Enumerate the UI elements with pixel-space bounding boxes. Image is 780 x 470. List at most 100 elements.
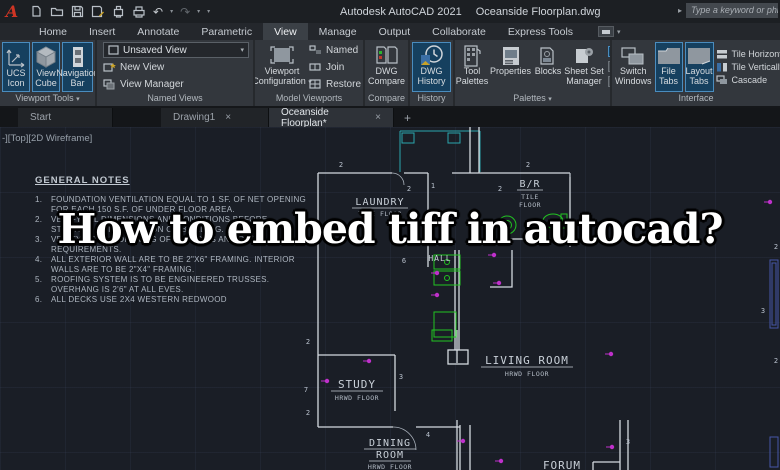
- svg-text:7: 7: [304, 386, 308, 394]
- file-tab-oceanside-floorplan[interactable]: Oceanside Floorplan* ×: [269, 107, 394, 129]
- svg-text:2: 2: [306, 409, 310, 417]
- panel-expand-icon: ▾: [76, 96, 80, 103]
- new-file-icon[interactable]: [30, 5, 43, 18]
- open-folder-icon[interactable]: [50, 5, 64, 18]
- sheet-set-manager-icon: [576, 48, 594, 63]
- quick-access-toolbar: ↶ ▾ ↷ ▾ ▾: [30, 5, 210, 18]
- autocad-logo-icon[interactable]: A: [0, 0, 24, 23]
- file-tabs-icon: [657, 47, 680, 64]
- tab-annotate[interactable]: Annotate: [126, 23, 190, 40]
- panel-history: DWG History History: [410, 40, 455, 106]
- note-item: 6. ALL DECKS USE 2X4 WESTERN REDWOOD: [35, 295, 227, 304]
- close-icon[interactable]: ×: [375, 112, 381, 123]
- undo-dropdown-icon[interactable]: ▾: [170, 8, 173, 15]
- ucs-icon-button[interactable]: UCS Icon: [2, 42, 30, 92]
- drawing-canvas[interactable]: LAUNDRY TILE FLOOR B/R TILE FLOOR HALL S…: [0, 127, 780, 470]
- svg-text:2: 2: [306, 338, 310, 346]
- save-as-icon[interactable]: [91, 5, 105, 18]
- new-view-button[interactable]: New View: [103, 59, 251, 75]
- tile-vertically-button[interactable]: Tile Vertically: [716, 62, 780, 72]
- tab-home[interactable]: Home: [28, 23, 78, 40]
- sheet-set-manager-button[interactable]: Sheet Set Manager: [564, 42, 604, 92]
- app-title: Autodesk AutoCAD 2021: [340, 5, 462, 18]
- tool-palettes-button[interactable]: Tool Palettes: [456, 42, 488, 92]
- navigation-bar-button[interactable]: Navigation Bar: [56, 42, 95, 92]
- restore-viewports-button[interactable]: Restore: [309, 76, 361, 92]
- room-sublabel-dining: HRWD FLOOR: [368, 463, 412, 470]
- tool-palettes-icon: [464, 45, 481, 67]
- layout-tabs-button[interactable]: Layout Tabs: [684, 42, 714, 92]
- room-sublabel-br-tile: TILE: [521, 193, 539, 201]
- tile-vertical-icon: [716, 63, 727, 72]
- join-viewports-icon: [309, 63, 321, 71]
- tile-horizontally-button[interactable]: Tile Horizontally: [716, 49, 780, 59]
- dwg-history-button[interactable]: DWG History: [412, 42, 451, 92]
- panel-footer-named-views: Named Views: [147, 93, 203, 103]
- panel-interface: Switch Windows File Tabs Layout Tabs Til…: [612, 40, 780, 106]
- blocks-button[interactable]: Blocks: [534, 42, 562, 92]
- tab-insert[interactable]: Insert: [78, 23, 126, 40]
- view-cube-button[interactable]: View Cube: [32, 42, 60, 92]
- file-tabs-button[interactable]: File Tabs: [654, 42, 683, 92]
- file-tab-bar: Start Drawing1 × Oceanside Floorplan* × …: [0, 107, 780, 129]
- dwg-compare-button[interactable]: DWG Compare: [367, 42, 406, 92]
- tab-output[interactable]: Output: [368, 23, 422, 40]
- dwg-history-icon: [420, 45, 443, 65]
- new-drawing-tab-button[interactable]: +: [394, 108, 421, 127]
- switch-windows-icon: [621, 47, 644, 65]
- search-expand-icon[interactable]: ▸: [678, 6, 682, 15]
- ribbon-tab-bar: Home Insert Annotate Parametric View Man…: [0, 23, 780, 40]
- cascade-button[interactable]: Cascade: [715, 75, 780, 85]
- redo-dropdown-icon[interactable]: ▾: [197, 8, 200, 15]
- panel-footer-viewport-tools[interactable]: Viewport Tools ▾: [0, 92, 95, 106]
- room-label-br: B/R: [519, 179, 540, 190]
- print-icon[interactable]: [132, 5, 146, 18]
- svg-text:3: 3: [626, 438, 630, 446]
- file-tab-start[interactable]: Start: [18, 108, 113, 127]
- ribbon-display-options-button[interactable]: ▾: [598, 23, 621, 40]
- properties-icon: [502, 47, 519, 65]
- tab-collaborate[interactable]: Collaborate: [421, 23, 497, 40]
- autocad-window: A ↶ ▾ ↷ ▾ ▾ Autodesk AutoCAD 2021 Oceans…: [0, 0, 780, 470]
- panel-footer-model-viewports: Model Viewports: [275, 93, 343, 103]
- title-bar: A ↶ ▾ ↷ ▾ ▾ Autodesk AutoCAD 2021 Oceans…: [0, 0, 780, 23]
- close-icon[interactable]: ×: [225, 112, 231, 123]
- panel-named-views: Unsaved View ▾ New View View Manager Nam…: [97, 40, 255, 106]
- panel-model-viewports: Viewport Configuration ▾ Named Join Rest…: [255, 40, 365, 106]
- search-input[interactable]: Type a keyword or phrase: [686, 3, 778, 18]
- window-title: Autodesk AutoCAD 2021 Oceanside Floorpla…: [340, 0, 600, 23]
- qat-customize-icon[interactable]: ▾: [207, 8, 210, 15]
- svg-text:2: 2: [498, 185, 502, 193]
- viewport-controls-label[interactable]: -][Top][2D Wireframe]: [2, 133, 92, 144]
- panel-expand-icon: ▾: [548, 96, 552, 103]
- named-viewports-button[interactable]: Named: [309, 42, 361, 58]
- room-label-forum: FORUM: [543, 459, 581, 470]
- note-item: 5. ROOFING SYSTEM IS TO BE ENGINEERED TRU…: [35, 275, 270, 294]
- room-sublabel-study: HRWD FLOOR: [335, 394, 379, 402]
- save-icon[interactable]: [71, 5, 84, 18]
- tab-parametric[interactable]: Parametric: [190, 23, 263, 40]
- viewport-configuration-button[interactable]: Viewport Configuration ▾: [255, 42, 312, 92]
- viewport-configuration-icon: [270, 46, 294, 64]
- tab-manage[interactable]: Manage: [308, 23, 368, 40]
- switch-windows-button[interactable]: Switch Windows: [614, 42, 653, 92]
- properties-button[interactable]: Properties: [489, 42, 532, 92]
- dwg-compare-icon: [375, 46, 398, 64]
- cube-icon: [35, 46, 57, 68]
- svg-text:4: 4: [426, 431, 430, 439]
- panel-footer-interface: Interface: [678, 93, 714, 103]
- undo-icon[interactable]: ↶: [153, 6, 163, 18]
- panel-footer-palettes[interactable]: Palettes ▾: [455, 92, 610, 106]
- tab-view[interactable]: View: [263, 23, 308, 40]
- view-manager-button[interactable]: View Manager: [103, 76, 251, 92]
- tab-express-tools[interactable]: Express Tools: [497, 23, 584, 40]
- view-combo-box[interactable]: Unsaved View ▾: [103, 42, 249, 58]
- plot-icon[interactable]: [112, 5, 125, 18]
- file-tab-drawing1[interactable]: Drawing1 ×: [161, 108, 269, 127]
- room-label-dining-room: ROOM: [376, 450, 404, 461]
- room-sublabel-living-room: HRWD FLOOR: [505, 370, 549, 378]
- note-item: 4. ALL EXTERIOR WALL ARE TO BE 2"X6" FRAM…: [35, 255, 295, 274]
- redo-icon[interactable]: ↷: [180, 6, 190, 18]
- join-viewports-button[interactable]: Join: [309, 59, 361, 75]
- named-viewports-icon: [309, 45, 321, 54]
